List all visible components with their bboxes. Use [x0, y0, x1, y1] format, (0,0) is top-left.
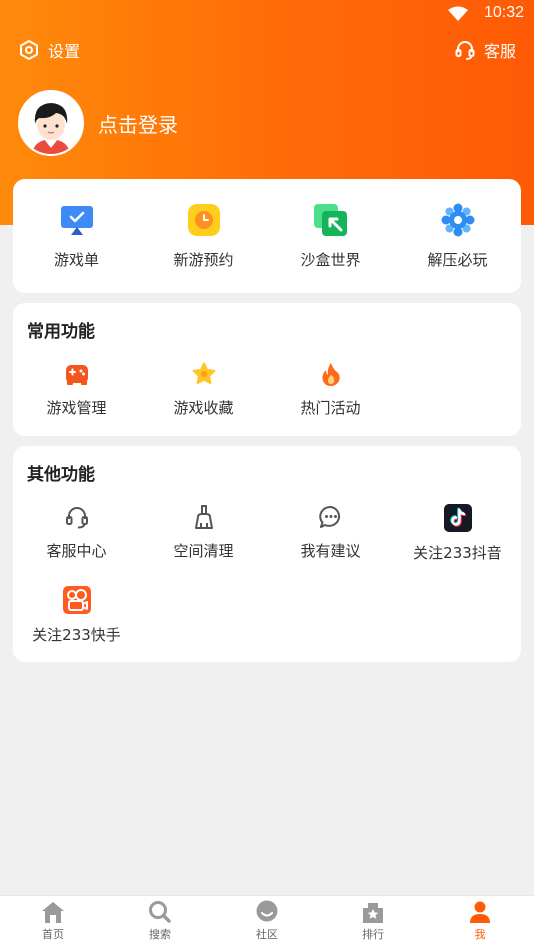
shortcut-game-list[interactable]: 游戏单: [13, 203, 140, 270]
function-suggestions[interactable]: 我有建议: [267, 504, 394, 561]
wifi-icon: [448, 6, 468, 21]
monitor-check-icon: [60, 206, 93, 235]
shortcut-label: 新游预约: [173, 251, 234, 269]
shortcut-label: 沙盒世界: [300, 251, 361, 269]
function-label: 客服中心: [46, 542, 107, 560]
section-title: 常用功能: [27, 322, 95, 342]
function-space-cleanup[interactable]: 空间清理: [140, 504, 267, 561]
shortcut-new-game-reservation[interactable]: 新游预约: [140, 203, 267, 270]
gamepad-icon: [65, 365, 88, 385]
login-label: 点击登录: [98, 112, 178, 137]
shortcut-relax-games[interactable]: 解压必玩: [394, 203, 521, 270]
user-icon: [470, 901, 490, 923]
headset-icon: [455, 41, 475, 60]
section-title: 其他功能: [27, 465, 95, 485]
nav-label: 首页: [42, 928, 64, 941]
clock-icon: [187, 204, 220, 236]
other-functions-card: 其他功能 客服中心 空间清理 我有建议 关注233抖音 关注233快手: [13, 446, 521, 662]
nav-label: 社区: [256, 928, 278, 941]
login-profile[interactable]: 点击登录: [18, 90, 178, 156]
function-game-management[interactable]: 游戏管理: [13, 361, 140, 418]
header-top-row: 设置 客服: [0, 36, 534, 64]
avatar[interactable]: [18, 90, 84, 156]
search-icon: [149, 901, 171, 923]
nav-community[interactable]: 社区: [237, 900, 297, 942]
bottom-navigation: 首页 搜索 社区 排行 我: [0, 895, 534, 949]
function-label: 关注233抖音: [413, 544, 502, 562]
function-hot-events[interactable]: 热门活动: [267, 361, 394, 418]
function-label: 我有建议: [300, 542, 361, 560]
flame-icon: [321, 363, 340, 386]
common-functions-card: 常用功能 游戏管理 游戏收藏 热门活动: [13, 303, 521, 436]
customer-service-button[interactable]: 客服: [454, 38, 516, 62]
community-icon: [256, 900, 278, 922]
function-label: 游戏管理: [46, 399, 107, 417]
function-label: 关注233快手: [32, 626, 121, 644]
nav-label: 排行: [362, 928, 384, 941]
status-bar: 10:32: [0, 0, 534, 30]
ranking-icon: [363, 903, 383, 923]
function-label: 游戏收藏: [173, 399, 234, 417]
function-follow-douyin[interactable]: 关注233抖音: [394, 504, 521, 563]
nav-ranking[interactable]: 排行: [343, 900, 403, 942]
function-game-favorites[interactable]: 游戏收藏: [140, 361, 267, 418]
nav-home[interactable]: 首页: [23, 900, 83, 942]
broom-icon: [194, 505, 213, 529]
kuaishou-icon: [62, 586, 91, 614]
shortcut-label: 游戏单: [53, 251, 99, 269]
nav-me[interactable]: 我: [450, 900, 510, 942]
headset-icon: [65, 507, 88, 529]
service-label: 客服: [483, 42, 516, 61]
shortcut-sandbox-world[interactable]: 沙盒世界: [267, 203, 394, 270]
function-label: 空间清理: [173, 542, 234, 560]
nav-label: 搜索: [149, 928, 171, 941]
function-follow-kuaishou[interactable]: 关注233快手: [13, 586, 140, 645]
home-icon: [42, 902, 64, 923]
shortcut-label: 解压必玩: [427, 251, 488, 269]
function-label: 热门活动: [300, 399, 361, 417]
status-time: 10:32: [483, 4, 524, 21]
settings-label: 设置: [48, 42, 81, 61]
chat-bubble-icon: [318, 505, 340, 528]
settings-button[interactable]: 设置: [18, 38, 80, 62]
nav-search[interactable]: 搜索: [130, 900, 190, 942]
sandbox-arrow-icon: [313, 204, 347, 236]
douyin-icon: [443, 504, 472, 532]
default-avatar-icon: [20, 92, 82, 154]
settings-icon: [20, 40, 38, 60]
nav-label: 我: [474, 928, 486, 941]
function-service-center[interactable]: 客服中心: [13, 504, 140, 561]
gear-flower-icon: [441, 203, 474, 237]
star-icon: [191, 362, 216, 385]
shortcut-card: 游戏单 新游预约 沙盒世界 解压必玩: [13, 179, 521, 293]
